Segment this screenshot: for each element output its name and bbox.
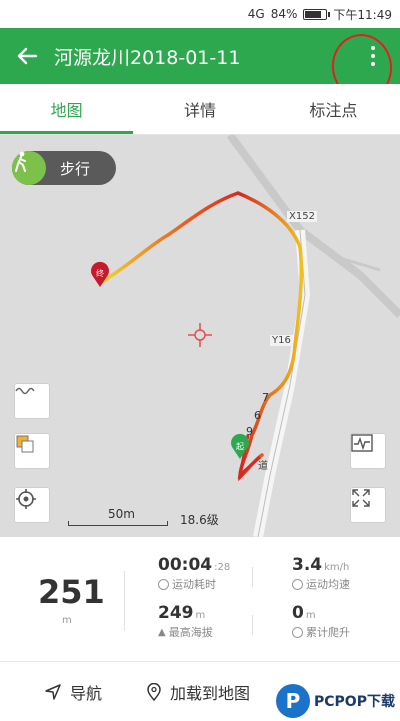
app-bar: 河源龙川2018-01-11 (0, 28, 400, 84)
tab-bar: 地图 详情 标注点 (0, 84, 400, 135)
scale-label: 50m (108, 507, 135, 521)
speed-unit: km/h (324, 562, 350, 573)
mountain-icon: ▲ (158, 626, 166, 638)
climb-value: 0 (292, 603, 304, 623)
watermark-logo: P (276, 684, 310, 718)
watermark-text: PCPOP下载 (314, 694, 395, 710)
tab-map[interactable]: 地图 (0, 84, 134, 134)
layers-icon (16, 435, 34, 453)
map-view[interactable]: 终 起 7 6 9 X152 Y16 道 步行 50m 18.6级 (0, 135, 400, 537)
duration-label: 运动耗时 (172, 578, 216, 591)
load-to-map-label: 加载到地图 (170, 684, 251, 703)
pulse-chart-icon (351, 434, 373, 452)
duration-value: 00:04 (158, 555, 213, 575)
location-pin-icon (147, 683, 161, 701)
fullscreen-icon (352, 489, 370, 507)
speed-stat: 3.4 km/h 运动均速 (292, 555, 350, 592)
locate-button[interactable] (14, 487, 50, 523)
more-vertical-icon (371, 46, 375, 66)
altitude-label: 最高海拔 (168, 626, 213, 639)
navigation-arrow-icon (45, 684, 61, 700)
crosshair-icon (188, 323, 212, 347)
distance-value: 251 (38, 573, 105, 611)
watermark: P PCPOP下载 (276, 682, 400, 720)
duration-seconds: :28 (214, 562, 231, 573)
climb-stat: 0m 累计爬升 (292, 603, 350, 640)
distance-unit: m (62, 615, 72, 626)
chart-button[interactable] (350, 433, 386, 469)
load-to-map-button[interactable]: 加载到地图 (146, 680, 250, 704)
battery-icon (303, 8, 331, 20)
wave-icon (15, 387, 35, 395)
road-label: Y16 (270, 335, 293, 346)
road-label: X152 (287, 211, 317, 222)
km-mark: 7 (262, 391, 269, 404)
stats-panel: 251 m 00:04:28 运动耗时 3.4 km/h 运动均速 249 m ▲ 最… (0, 537, 400, 661)
battery-fill (305, 10, 322, 18)
locate-icon (16, 489, 36, 509)
climb-unit: m (305, 610, 316, 621)
walk-icon (12, 151, 46, 185)
back-button[interactable] (0, 28, 54, 84)
zoom-level: 18.6级 (180, 513, 219, 527)
start-marker-label: 起 (236, 442, 244, 451)
map-canvas: 终 起 7 6 9 (91, 135, 400, 537)
end-marker[interactable]: 终 (91, 261, 109, 287)
more-options-button[interactable] (346, 28, 400, 84)
km-mark: 9 (246, 425, 253, 438)
navigate-button[interactable]: 导航 (44, 680, 102, 704)
arrow-left-icon (17, 47, 38, 65)
layers-button[interactable] (14, 433, 50, 469)
page-title: 河源龙川2018-01-11 (54, 46, 241, 69)
fullscreen-button[interactable] (350, 487, 386, 523)
status-bar: 4G 84% 下午11:49 (0, 0, 400, 28)
tab-details[interactable]: 详情 (133, 84, 266, 134)
altitude-stat: 249 m ▲ 最高海拔 (158, 603, 213, 640)
navigate-label: 导航 (70, 684, 103, 703)
speed-value: 3.4 (292, 555, 323, 575)
end-marker-label: 终 (96, 268, 104, 278)
altitude-unit: m (195, 610, 206, 621)
km-mark: 6 (254, 409, 261, 422)
road-label: 道 (258, 461, 268, 472)
altitude-value: 249 (158, 603, 194, 623)
climb-label: 累计爬升 (306, 626, 350, 639)
duration-stat: 00:04:28 运动耗时 (158, 555, 230, 592)
signal-indicator: 4G (247, 7, 265, 21)
mode-label: 步行 (60, 159, 91, 178)
battery-percent: 84% (270, 7, 298, 21)
clock-icon (158, 578, 169, 590)
speed-label: 运动均速 (306, 578, 350, 591)
speedometer-icon (292, 578, 303, 590)
mode-toggle-walk[interactable]: 步行 (12, 151, 116, 185)
clock: 下午11:49 (333, 7, 392, 22)
tab-markers[interactable]: 标注点 (267, 84, 400, 134)
climb-icon (292, 626, 303, 638)
track-line-button[interactable] (14, 383, 50, 419)
